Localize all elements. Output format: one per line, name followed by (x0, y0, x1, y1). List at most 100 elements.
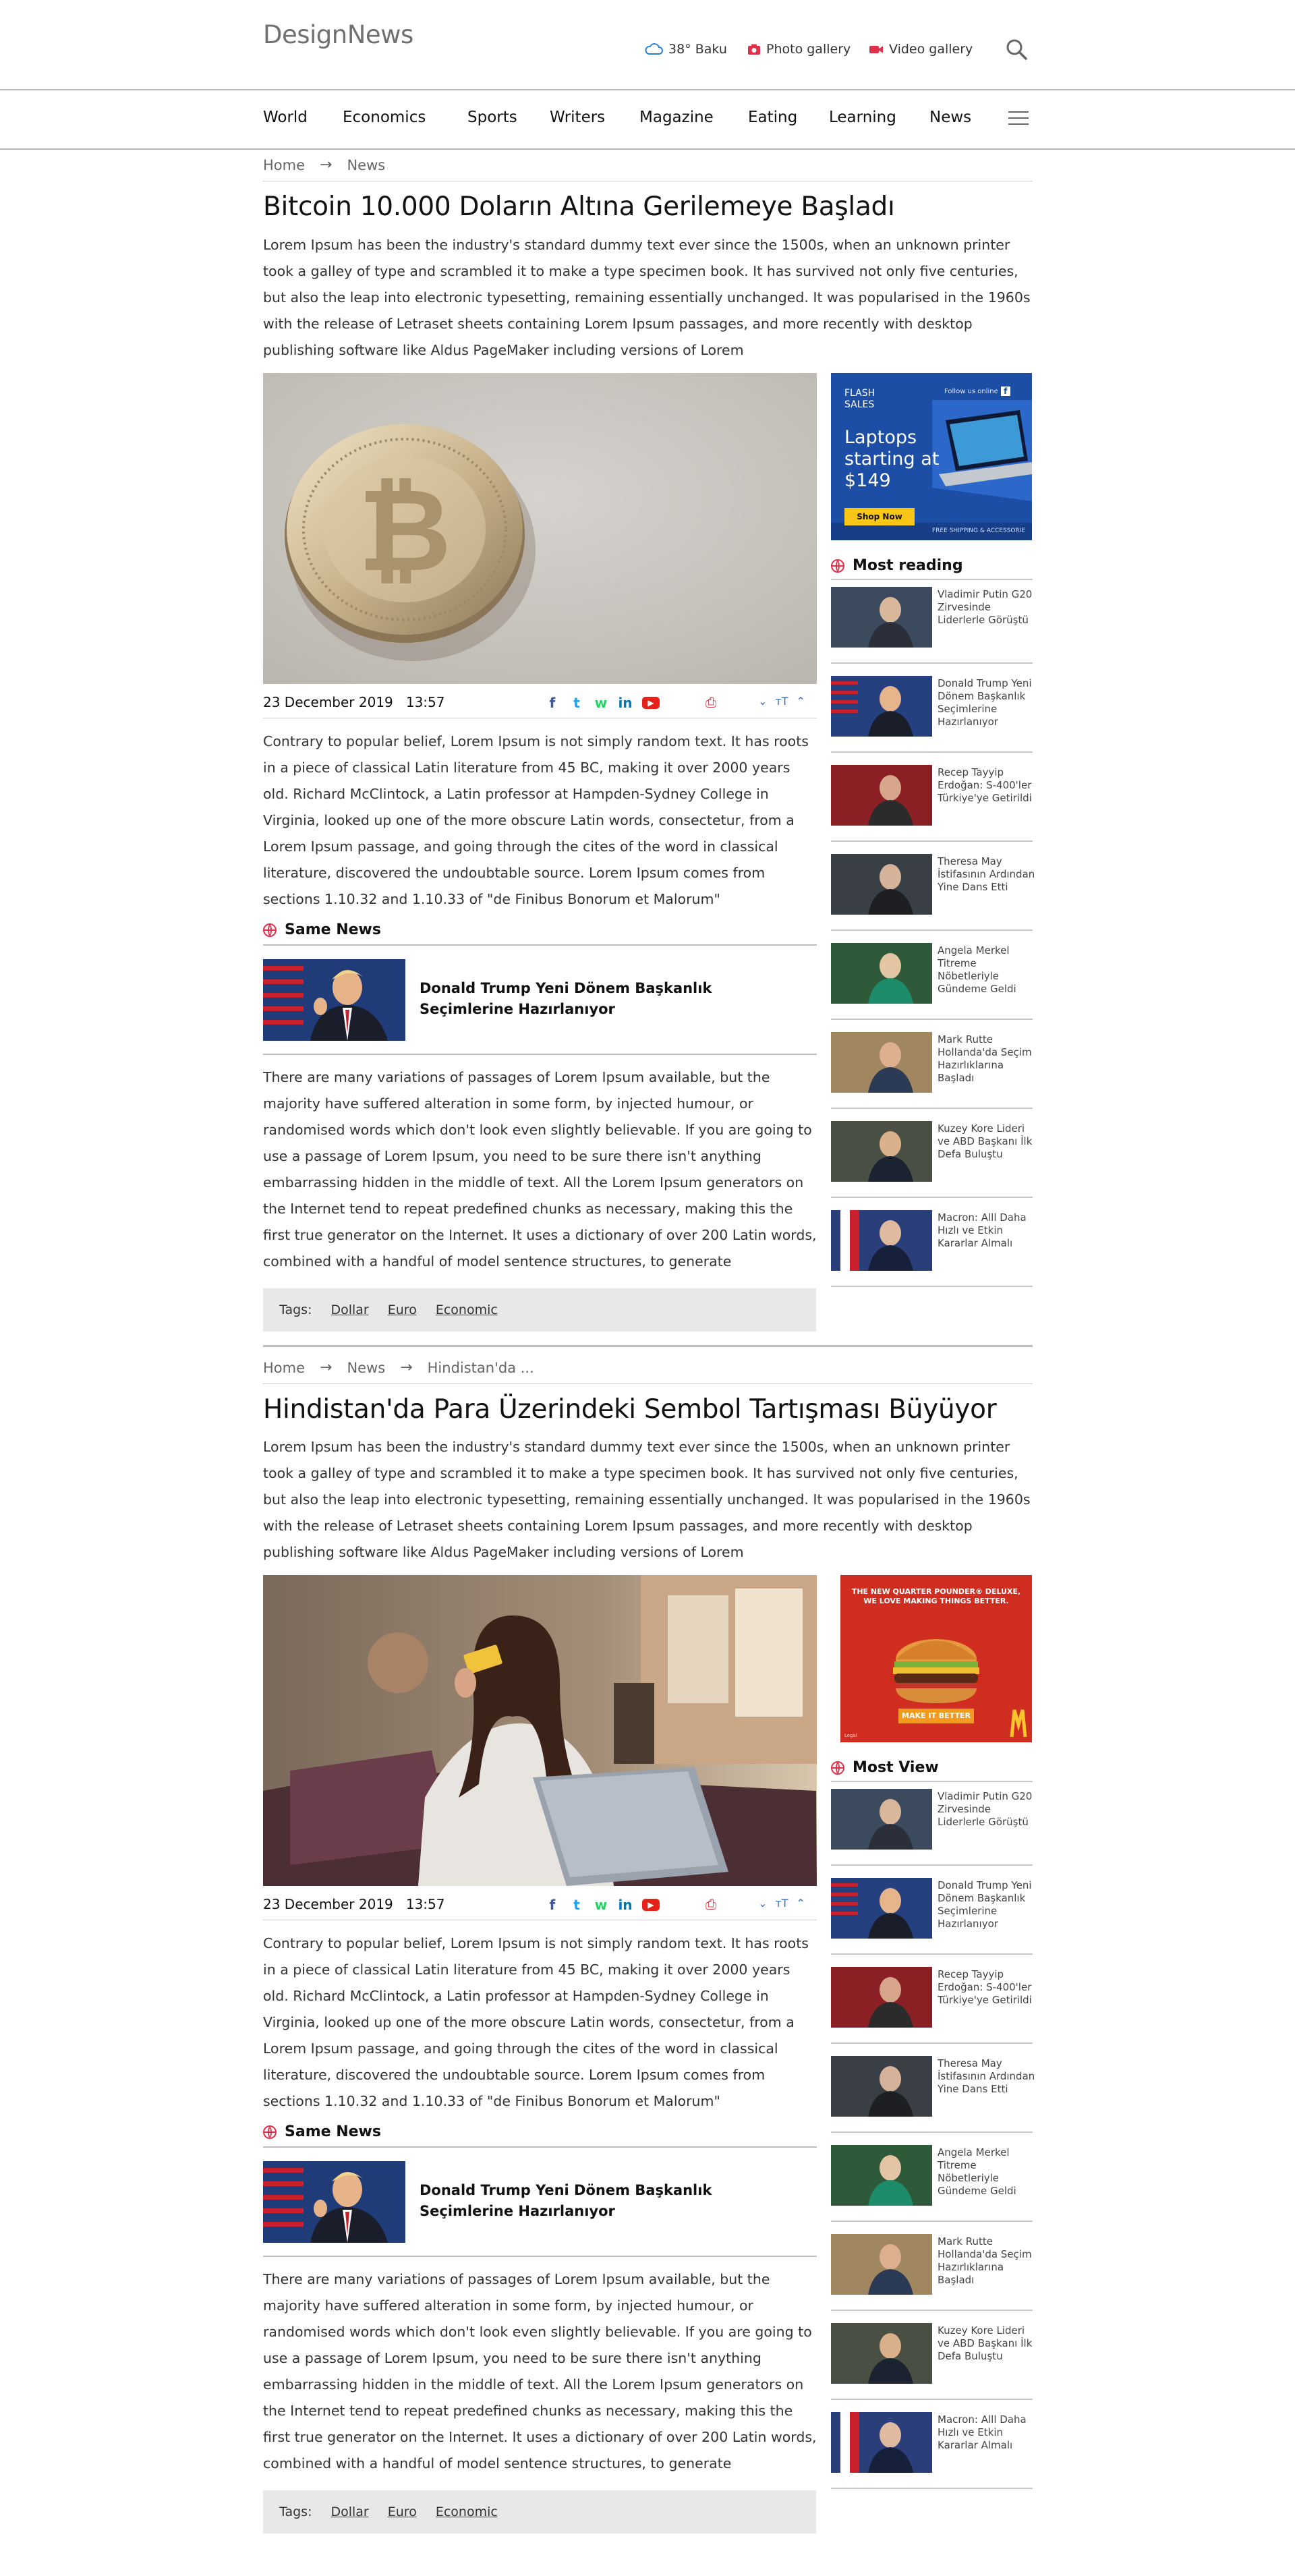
article-separator (263, 1345, 1033, 1347)
cloud-icon (645, 43, 663, 55)
same-news-heading: Same News (263, 2123, 381, 2140)
twitter-share-icon[interactable]: t (569, 695, 584, 711)
whatsapp-share-icon[interactable]: w (594, 1897, 608, 1913)
globe-icon (263, 923, 277, 937)
nav-item-learning[interactable]: Learning (829, 109, 896, 126)
sidebar-news-image[interactable] (831, 1210, 932, 1271)
sidebar-news-title[interactable]: Recep Tayyip Erdoğan: S-400'ler Türkiye'… (938, 766, 1035, 805)
article-date: 23 December 2019 13:57 (263, 694, 445, 710)
nav-item-sports[interactable]: Sports (467, 109, 517, 126)
ad-make-it-better-button[interactable]: MAKE IT BETTER (898, 1709, 974, 1723)
sidebar-news-image[interactable] (831, 2056, 932, 2117)
ad-line3: $149 (844, 470, 891, 491)
sidebar-news-title[interactable]: Kuzey Kore Lideri ve ABD Başkanı İlk Def… (938, 2324, 1035, 2363)
sidebar-news-title[interactable]: Donald Trump Yeni Dönem Başkanlık Seçiml… (938, 1879, 1035, 1930)
chevron-up-icon[interactable]: ⌃ (797, 1897, 805, 1910)
text-size-icon[interactable]: ᴛT (775, 695, 788, 708)
sidebar-news-image[interactable] (831, 765, 932, 826)
ad-footer: FREE SHIPPING & ACCESSORIE (932, 527, 1026, 534)
sidebar-news-title[interactable]: Angela Merkel Titreme Nöbetleriyle Günde… (938, 2146, 1035, 2198)
print-icon[interactable]: ⎙ (706, 694, 716, 710)
tag-dollar[interactable]: Dollar (330, 1303, 368, 1317)
weather-widget[interactable]: 38° Baku (644, 42, 727, 57)
nav-item-magazine[interactable]: Magazine (639, 109, 714, 126)
sidebar-news-title[interactable]: Angela Merkel Titreme Nöbetleriyle Günde… (938, 944, 1035, 996)
facebook-share-icon[interactable]: f (545, 1897, 560, 1913)
sidebar-news-title[interactable]: Macron: Alll Daha Hızlı ve Etkin Kararla… (938, 1211, 1035, 1250)
sidebar-news-image[interactable] (831, 1121, 932, 1182)
same-news-image[interactable] (263, 959, 405, 1041)
time-text: 13:57 (405, 694, 445, 710)
sidebar-news-image[interactable] (831, 1789, 932, 1850)
video-gallery-label: Video gallery (889, 42, 973, 57)
linkedin-share-icon[interactable]: in (618, 695, 633, 711)
nav-item-writers[interactable]: Writers (550, 109, 605, 126)
tag-economic[interactable]: Economic (436, 2505, 498, 2519)
video-gallery-link[interactable]: Video gallery (869, 42, 973, 57)
facebook-share-icon[interactable]: f (545, 695, 560, 711)
nav-item-news[interactable]: News (929, 109, 971, 126)
youtube-share-icon[interactable]: ▶ (642, 1899, 660, 1911)
sidebar-news-image[interactable] (831, 2412, 932, 2473)
tag-euro[interactable]: Euro (388, 2505, 417, 2519)
breadcrumb-home[interactable]: Home (263, 1360, 305, 1376)
sidebar-news-image[interactable] (831, 2145, 932, 2206)
sidebar-news-title[interactable]: Theresa May İstifasının Ardından Yine Da… (938, 2057, 1035, 2096)
tag-dollar[interactable]: Dollar (330, 2505, 368, 2519)
article-body-1: Contrary to popular belief, Lorem Ipsum … (263, 1935, 809, 2109)
sidebar-news-title[interactable]: Recep Tayyip Erdoğan: S-400'ler Türkiye'… (938, 1968, 1035, 2007)
article-intro: Lorem Ipsum has been the industry's stan… (263, 1439, 1031, 1560)
tag-economic[interactable]: Economic (436, 1303, 498, 1317)
ad-laptop-banner[interactable]: FLASH SALES Follow us online f Laptops s… (831, 373, 1032, 540)
same-news-label: Same News (285, 921, 381, 938)
youtube-share-icon[interactable]: ▶ (642, 697, 660, 709)
whatsapp-share-icon[interactable]: w (594, 695, 608, 711)
sidebar-news-image[interactable] (831, 1878, 932, 1939)
linkedin-share-icon[interactable]: in (618, 1897, 633, 1913)
photo-gallery-link[interactable]: Photo gallery (747, 42, 851, 57)
breadcrumb-news[interactable]: News (347, 1360, 385, 1376)
sidebar-item-divider (831, 1953, 1033, 1955)
sidebar-item-divider (831, 1019, 1033, 1020)
breadcrumb-current[interactable]: Hindistan'da ... (428, 1360, 534, 1376)
sidebar-news-title[interactable]: Theresa May İstifasının Ardından Yine Da… (938, 855, 1035, 894)
sidebar-news-title[interactable]: Mark Rutte Hollanda'da Seçim Hazırlıklar… (938, 2235, 1035, 2287)
sidebar-news-title[interactable]: Kuzey Kore Lideri ve ABD Başkanı İlk Def… (938, 1122, 1035, 1161)
sidebar-news-image[interactable] (831, 2234, 932, 2295)
ad-shop-now-button[interactable]: Shop Now (844, 508, 915, 525)
svg-text:₿: ₿ (358, 464, 452, 598)
ad-burger-banner[interactable]: THE NEW QUARTER POUNDER® DELUXE, WE LOVE… (840, 1575, 1032, 1742)
chevron-down-icon[interactable]: ⌄ (758, 695, 767, 708)
same-news-image[interactable] (263, 2161, 405, 2243)
breadcrumb-home[interactable]: Home (263, 157, 305, 173)
sidebar-news-title[interactable]: Donald Trump Yeni Dönem Başkanlık Seçiml… (938, 677, 1035, 728)
sidebar-news-title[interactable]: Vladimir Putin G20 Zirvesinde Liderlerle… (938, 1790, 1035, 1829)
twitter-share-icon[interactable]: t (569, 1897, 584, 1913)
sidebar-news-image[interactable] (831, 1967, 932, 2028)
sidebar-news-image[interactable] (831, 943, 932, 1004)
sidebar-news-title[interactable]: Mark Rutte Hollanda'da Seçim Hazırlıklar… (938, 1033, 1035, 1085)
chevron-down-icon[interactable]: ⌄ (758, 1897, 767, 1910)
search-button[interactable] (1005, 38, 1028, 61)
sidebar-news-title[interactable]: Vladimir Putin G20 Zirvesinde Liderlerle… (938, 588, 1035, 627)
chevron-up-icon[interactable]: ⌃ (797, 695, 805, 708)
menu-icon[interactable] (1008, 111, 1029, 125)
sidebar-news-image[interactable] (831, 854, 932, 915)
site-logo[interactable]: DesignNews (263, 20, 413, 49)
sidebar-news-title[interactable]: Macron: Alll Daha Hızlı ve Etkin Kararla… (938, 2413, 1035, 2452)
nav-item-economics[interactable]: Economics (343, 109, 426, 126)
breadcrumb-news[interactable]: News (347, 157, 385, 173)
sidebar-news-image[interactable] (831, 676, 932, 737)
sidebar-news-image[interactable] (831, 1032, 932, 1093)
same-news-title[interactable]: Donald Trump Yeni Dönem Başkanlık Seçiml… (420, 2180, 797, 2222)
nav-item-eating[interactable]: Eating (748, 109, 797, 126)
text-size-icon[interactable]: ᴛT (775, 1897, 788, 1910)
nav-item-world[interactable]: World (263, 109, 308, 126)
sidebar-news-image[interactable] (831, 587, 932, 648)
print-icon[interactable]: ⎙ (706, 1896, 716, 1912)
sidebar-item-divider (831, 2488, 1033, 2489)
tag-euro[interactable]: Euro (388, 1303, 417, 1317)
video-camera-icon (869, 45, 883, 53)
sidebar-news-image[interactable] (831, 2323, 932, 2384)
same-news-title[interactable]: Donald Trump Yeni Dönem Başkanlık Seçiml… (420, 978, 797, 1020)
